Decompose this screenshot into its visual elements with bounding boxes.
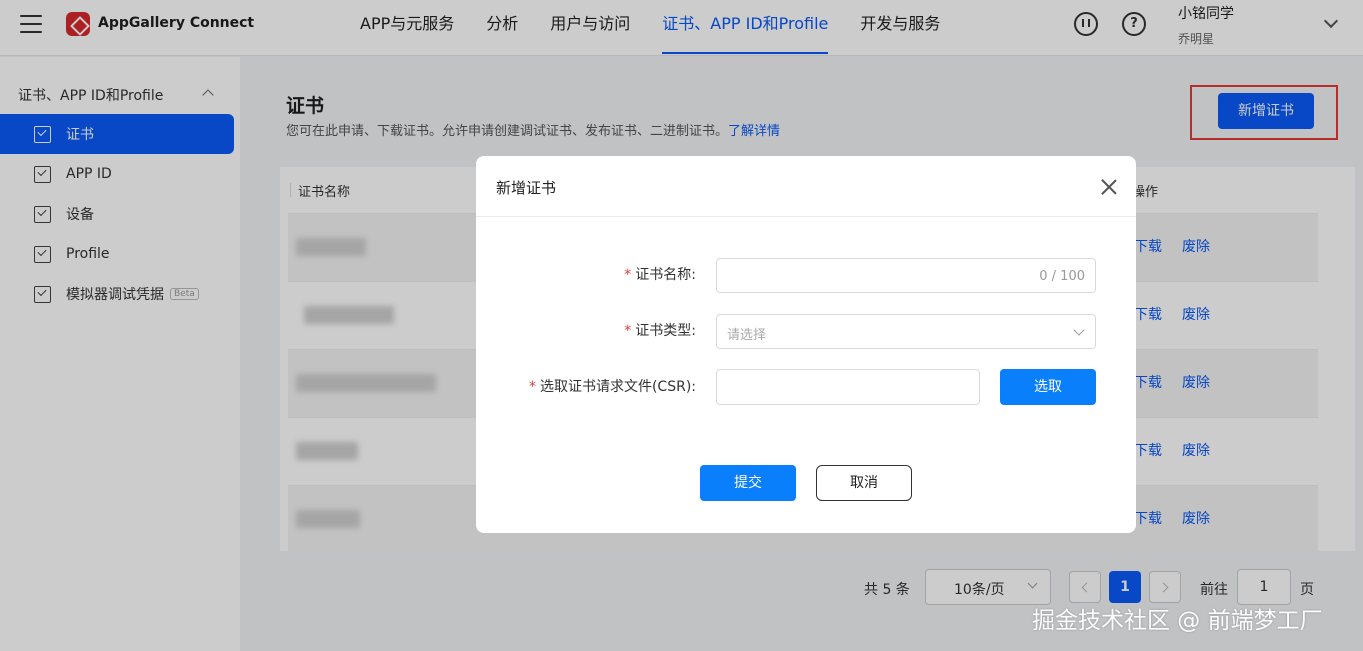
cert-name-label-text: 证书名称: (635, 267, 696, 283)
csr-file-label: * 选取证书请求文件(CSR): (529, 376, 696, 396)
cert-type-label: * 证书类型: (624, 320, 696, 340)
cert-type-label-text: 证书类型: (635, 323, 696, 339)
watermark: 掘金技术社区 @ 前端梦工厂 (1032, 608, 1323, 634)
dialog-title: 新增证书 (496, 179, 557, 197)
divider (476, 216, 1136, 217)
submit-button[interactable]: 提交 (700, 465, 796, 501)
csr-file-input[interactable] (716, 369, 980, 405)
cert-type-placeholder: 请选择 (727, 328, 767, 343)
cert-type-select[interactable]: 请选择 (716, 314, 1096, 349)
cert-name-input[interactable]: 0 / 100 (716, 258, 1096, 293)
required-mark: * (624, 267, 632, 283)
cancel-button[interactable]: 取消 (816, 465, 912, 501)
close-icon[interactable] (1100, 178, 1117, 195)
required-mark: * (528, 379, 536, 395)
cert-name-label: * 证书名称: (624, 264, 696, 284)
char-counter: 0 / 100 (1039, 269, 1085, 284)
required-mark: * (624, 323, 632, 339)
csr-file-label-text: 选取证书请求文件(CSR): (539, 379, 696, 395)
chevron-down-icon (1073, 324, 1085, 336)
add-certificate-dialog: 新增证书 * 证书名称: 0 / 100 * 证书类型: 请选择 * 选取证书请求文件… (476, 156, 1136, 533)
select-file-button[interactable]: 选取 (1000, 369, 1096, 405)
